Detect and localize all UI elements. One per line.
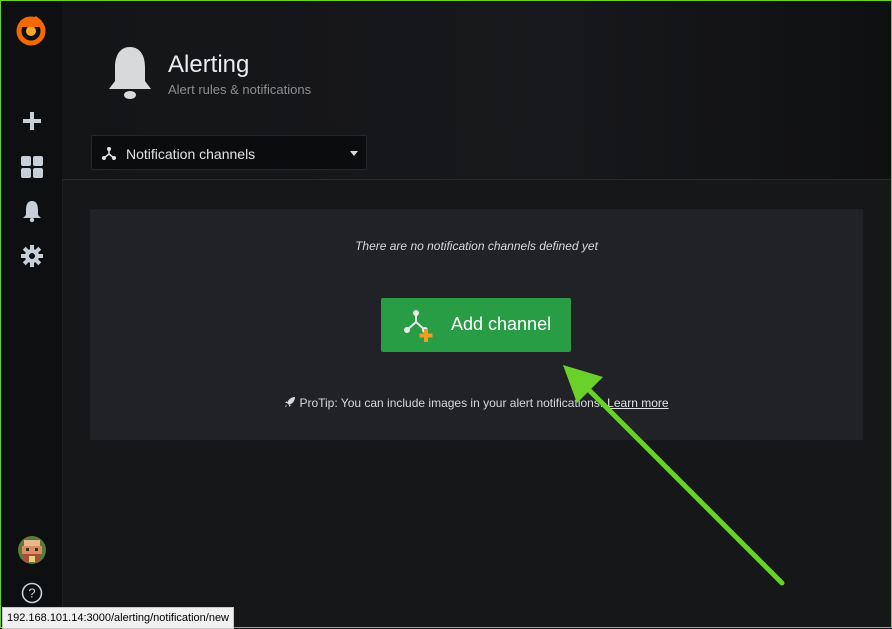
dashboards-icon[interactable]: [20, 155, 44, 179]
chevron-down-icon: [350, 151, 358, 156]
gear-icon[interactable]: [20, 244, 44, 268]
avatar[interactable]: [18, 536, 46, 564]
rocket-icon: [285, 397, 296, 407]
bell-icon[interactable]: [20, 199, 44, 223]
grafana-logo-icon[interactable]: [14, 13, 48, 47]
help-icon[interactable]: ?: [21, 582, 43, 604]
protip: ProTip: You can include images in your a…: [90, 396, 863, 410]
notification-channels-select[interactable]: Notification channels: [91, 135, 367, 170]
protip-text: ProTip: You can include images in your a…: [299, 396, 604, 410]
select-value: Notification channels: [126, 146, 256, 162]
status-bar-url: 192.168.101.14:3000/alerting/notificatio…: [2, 607, 235, 629]
page-header: Alerting Alert rules & notifications Not…: [62, 1, 891, 180]
svg-text:?: ?: [28, 586, 35, 601]
add-channel-label: Add channel: [451, 314, 552, 334]
empty-state-panel: There are no notification channels defin…: [90, 209, 863, 440]
page-title: Alerting: [168, 51, 250, 78]
learn-more-link[interactable]: Learn more: [607, 396, 668, 410]
empty-state-message: There are no notification channels defin…: [355, 239, 598, 253]
alerting-bell-icon: [109, 47, 151, 99]
sidebar: ?: [1, 1, 63, 627]
plus-icon[interactable]: [20, 109, 44, 133]
add-channel-button[interactable]: Add channel: [381, 298, 571, 352]
add-channel-icon: [404, 310, 433, 342]
channels-icon: [102, 147, 116, 160]
page-subtitle: Alert rules & notifications: [168, 82, 312, 97]
